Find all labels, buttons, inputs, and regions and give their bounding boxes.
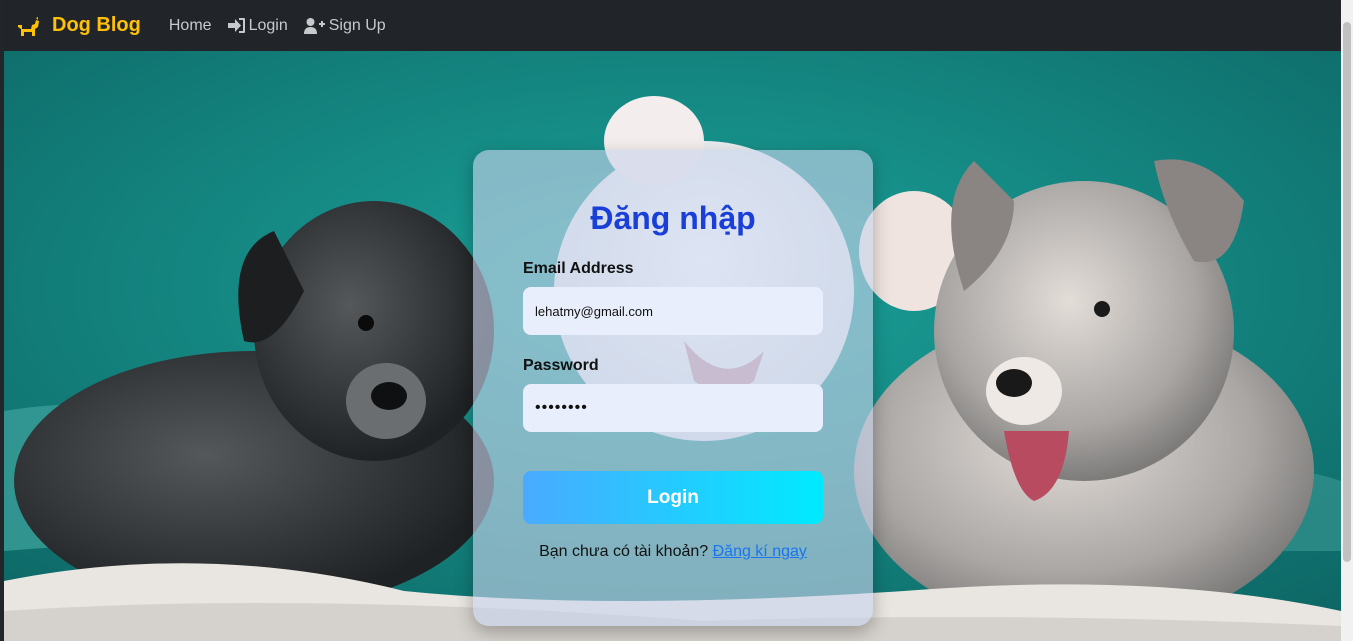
scrollbar[interactable]	[1341, 0, 1353, 641]
brand-link[interactable]: Dog Blog	[16, 14, 141, 37]
nav-home[interactable]: Home	[169, 17, 212, 35]
signup-prompt-row: Bạn chưa có tài khoản? Đăng kí ngay	[523, 543, 823, 561]
dog-icon	[18, 16, 39, 36]
signup-link[interactable]: Đăng kí ngay	[713, 543, 807, 560]
signup-prompt-text: Bạn chưa có tài khoản?	[539, 543, 709, 560]
login-title: Đăng nhập	[590, 200, 756, 236]
password-label: Password	[523, 357, 599, 374]
password-field[interactable]	[523, 384, 823, 432]
scrollbar-thumb[interactable]	[1343, 22, 1351, 562]
email-field[interactable]	[523, 287, 823, 335]
nav-signup-label: Sign Up	[328, 16, 386, 34]
nav-login[interactable]: Login	[227, 16, 288, 35]
sign-in-icon	[227, 18, 245, 33]
nav-signup[interactable]: Sign Up	[303, 16, 386, 35]
nav-login-label: Login	[248, 16, 288, 34]
nav-home-label: Home	[168, 16, 212, 34]
user-plus-icon	[303, 17, 325, 34]
login-button[interactable]: Login	[523, 471, 823, 524]
login-card: Đăng nhập Email Address Password Login B…	[473, 150, 873, 626]
top-navbar: Dog Blog Home Login Sign Up	[4, 0, 1341, 51]
brand-title: Dog Blog	[52, 14, 141, 36]
email-label: Email Address	[523, 260, 634, 277]
hero-background: Đăng nhập Email Address Password Login B…	[4, 51, 1341, 641]
